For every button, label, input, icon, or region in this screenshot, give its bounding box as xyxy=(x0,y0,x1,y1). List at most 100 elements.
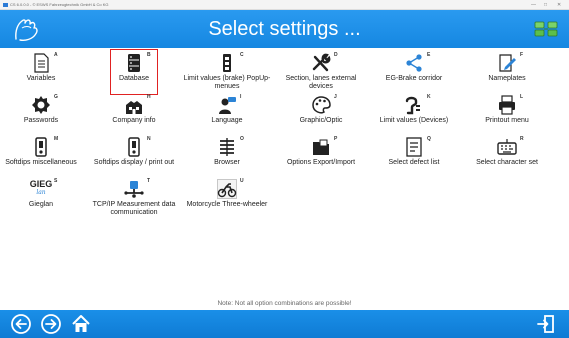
tile-shortcut-key: I xyxy=(240,94,242,100)
network-icon xyxy=(124,181,144,198)
tile-shortcut-key: N xyxy=(147,136,151,142)
tile-label: Variables xyxy=(26,75,56,82)
window-titlebar: CS 6.0.0.0 - © ESWS Fahrzeugtechnik GmbH… xyxy=(0,0,569,10)
tile-printout-menu[interactable]: L Printout menu xyxy=(460,92,554,136)
tile-limit-values-devices[interactable]: K Limit values (Devices) xyxy=(367,92,461,136)
database-icon xyxy=(128,54,140,72)
window-title: CS 6.0.0.0 - © ESWS Fahrzeugtechnik GmbH… xyxy=(10,2,109,7)
tile-label: Graphic/Optic xyxy=(299,117,343,124)
tile-shortcut-key: G xyxy=(54,94,58,100)
settings-toggle-icon[interactable] xyxy=(533,19,559,39)
close-button[interactable]: ✕ xyxy=(557,0,561,10)
document-icon xyxy=(34,53,49,73)
tile-limit-values-brake-popup-menues[interactable]: C Limit values (brake) PopUp-menues xyxy=(180,50,274,94)
tile-motorcycle-three-wheeler[interactable]: U Motorcycle Three-wheeler xyxy=(180,176,274,220)
note-text: Note: Not all option combinations are po… xyxy=(217,300,352,307)
tile-shortcut-key: Q xyxy=(427,136,431,142)
tools-icon xyxy=(312,53,331,72)
edit-document-icon xyxy=(499,54,516,72)
exit-icon[interactable] xyxy=(535,313,557,335)
tile-nameplates[interactable]: F Nameplates xyxy=(460,50,554,94)
tile-label: Softdips display / print out xyxy=(93,159,175,166)
tile-shortcut-key: R xyxy=(520,136,524,142)
tile-shortcut-key: C xyxy=(240,52,244,58)
arrow-left-icon[interactable] xyxy=(10,313,32,335)
gieglan-logo-sub: lan xyxy=(36,189,46,196)
tile-label: Nameplates xyxy=(488,75,526,82)
tile-passwords[interactable]: G Passwords xyxy=(0,92,88,136)
printer-icon xyxy=(499,95,515,115)
arrow-right-icon[interactable] xyxy=(40,313,62,335)
gieglan-logo: GIEG lan xyxy=(26,179,56,199)
tile-shortcut-key: E xyxy=(427,52,431,58)
tile-options-export-import[interactable]: P Options Export/Import xyxy=(274,134,368,178)
tile-graphic-optic[interactable]: J Graphic/Optic xyxy=(274,92,368,136)
badge-icon xyxy=(32,96,50,114)
tile-language[interactable]: I Language xyxy=(180,92,274,136)
tile-shortcut-key: M xyxy=(54,136,59,142)
tile-shortcut-key: T xyxy=(147,178,151,184)
tile-shortcut-key: K xyxy=(427,94,431,100)
list-icon xyxy=(220,138,234,156)
tile-select-character-set[interactable]: R Select character set xyxy=(460,134,554,178)
speech-person-icon xyxy=(219,97,236,114)
tile-shortcut-key: P xyxy=(334,136,338,142)
tile-browser[interactable]: O Browser xyxy=(180,134,274,178)
home-icon[interactable] xyxy=(70,313,92,335)
app-icon xyxy=(3,3,8,7)
tile-tcp-ip-measurement-data-communication[interactable]: T TCP/IP Measurement data communication xyxy=(87,176,181,220)
tile-label: Motorcycle Three-wheeler xyxy=(186,201,268,208)
tile-label: Company info xyxy=(112,117,156,124)
tile-label: Limit values (Devices) xyxy=(379,117,449,124)
tile-label: Limit values (brake) PopUp-menues xyxy=(183,75,271,90)
tile-shortcut-key: U xyxy=(240,178,244,184)
tile-label: Gieglan xyxy=(28,201,54,208)
page-title: Select settings ... xyxy=(208,18,361,40)
tile-shortcut-key: S xyxy=(54,178,58,184)
tile-gieglan[interactable]: GIEG lan S Gieglan xyxy=(0,176,88,220)
gieglan-logo-text: GIEG xyxy=(29,179,53,189)
minimize-button[interactable]: — xyxy=(531,0,536,10)
tile-label: Select character set xyxy=(476,159,538,166)
tile-label: Language xyxy=(211,117,243,124)
tile-label: Options Export/Import xyxy=(286,159,356,166)
motorcycle-icon xyxy=(217,179,237,199)
tile-section-lanes-external-devices[interactable]: D Section, lanes external devices xyxy=(274,50,368,94)
tile-label: Section, lanes external devices xyxy=(285,75,357,90)
tile-variables[interactable]: A Variables xyxy=(0,50,88,94)
tile-eg-brake-corridor[interactable]: E EG-Brake corridor xyxy=(367,50,461,94)
tile-softdips-miscellaneous[interactable]: M Softdips miscellaneous xyxy=(0,134,88,178)
plug-icon xyxy=(405,96,420,115)
palette-icon xyxy=(312,96,331,114)
tile-company-info[interactable]: H Company info xyxy=(87,92,181,136)
tile-shortcut-key: O xyxy=(240,136,244,142)
tile-shortcut-key: B xyxy=(147,52,151,58)
switch-device-icon xyxy=(35,137,47,157)
keyboard-icon xyxy=(497,139,517,155)
settings-grid: A Variables B Database C Limit values (brake)… xyxy=(0,48,569,310)
maximize-button[interactable]: □ xyxy=(544,0,547,10)
tile-shortcut-key: H xyxy=(147,94,151,100)
limit-values-icon xyxy=(223,54,231,72)
tile-label: EG-Brake corridor xyxy=(385,75,443,82)
tile-label: Printout menu xyxy=(485,117,529,124)
tile-label: TCP/IP Measurement data communication xyxy=(92,201,176,216)
tile-label: Softdips miscellaneous xyxy=(5,159,77,166)
tile-select-defect-list[interactable]: Q Select defect list xyxy=(367,134,461,178)
tile-shortcut-key: F xyxy=(520,52,524,58)
folder-icon xyxy=(313,139,329,155)
tile-label: Select defect list xyxy=(388,159,440,166)
switch-device-icon xyxy=(128,137,140,157)
tile-label: Passwords xyxy=(23,117,59,124)
footer-bar xyxy=(0,310,569,338)
tile-shortcut-key: L xyxy=(520,94,524,100)
header-bar: Select settings ... xyxy=(0,10,569,48)
tile-softdips-display-print-out[interactable]: N Softdips display / print out xyxy=(87,134,181,178)
tile-database[interactable]: B Database xyxy=(87,49,181,95)
tile-shortcut-key: D xyxy=(334,52,338,58)
share-icon xyxy=(406,54,422,72)
tile-shortcut-key: A xyxy=(54,52,58,58)
tile-label: Browser xyxy=(214,159,240,166)
company-icon xyxy=(126,101,142,114)
tile-label: Database xyxy=(119,75,149,82)
